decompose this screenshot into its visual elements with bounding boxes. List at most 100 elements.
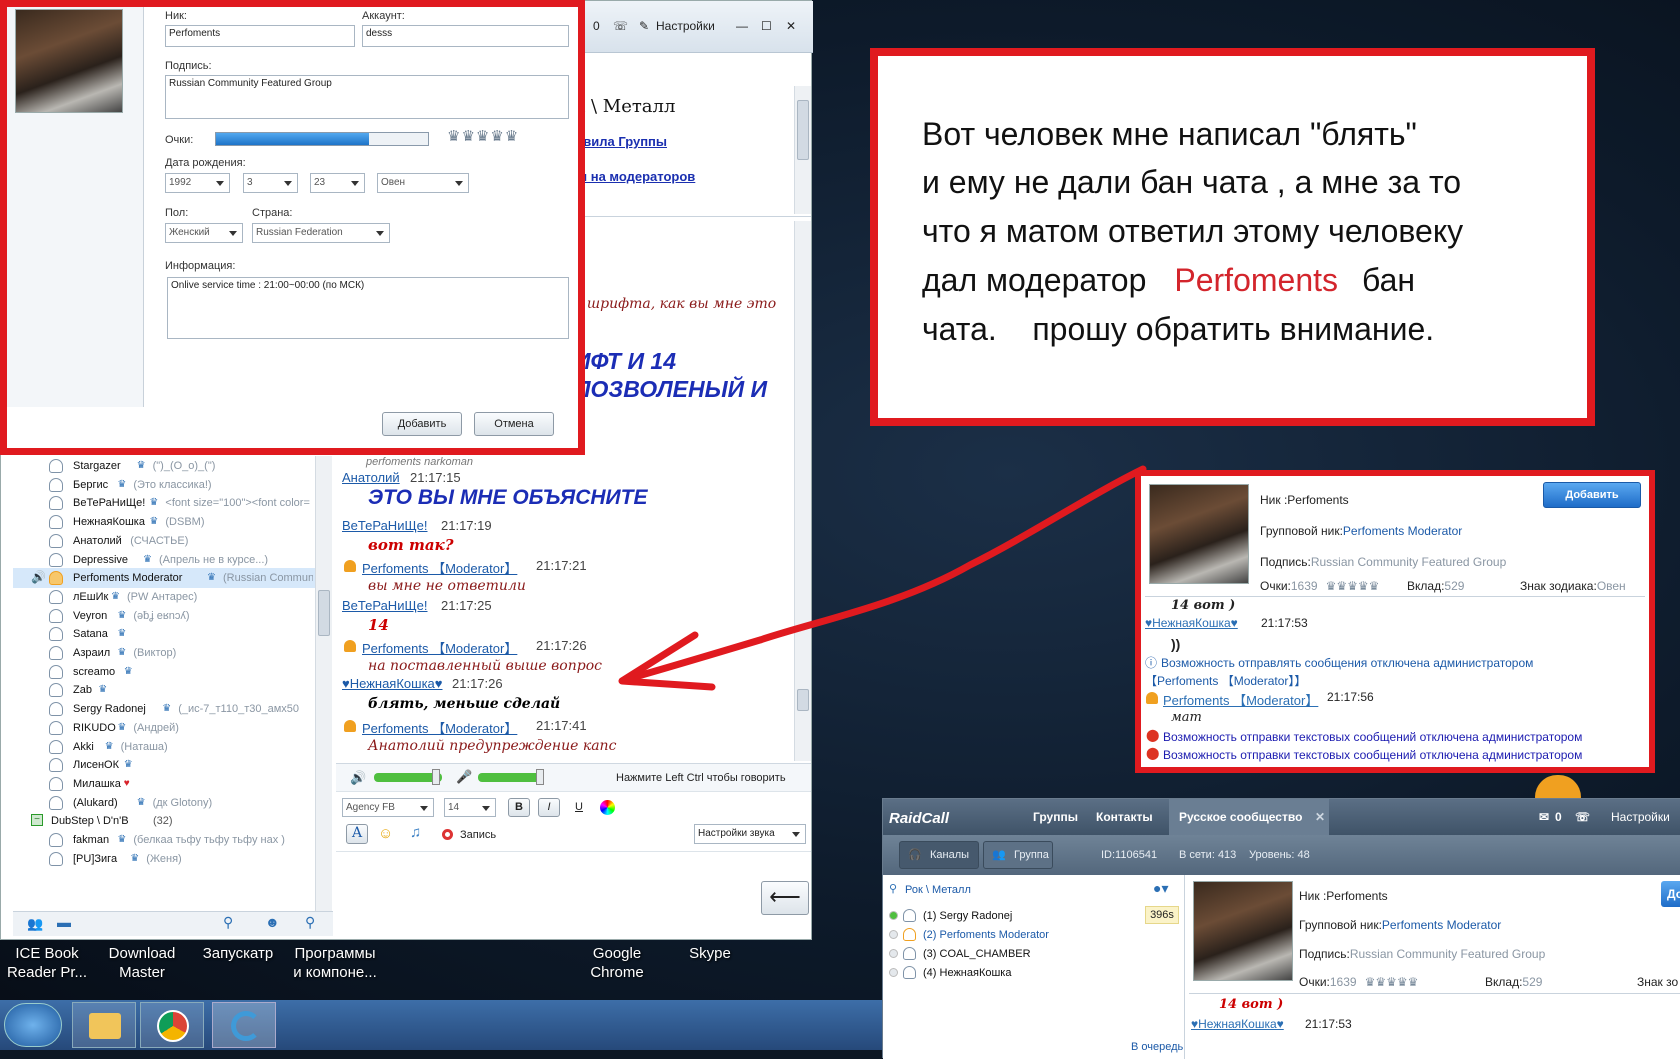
microphone-icon[interactable]: 🎤 <box>456 769 472 785</box>
zodiac-select[interactable]: Овен <box>377 173 469 193</box>
message-user[interactable]: ♥НежнаяКошка♥ <box>1145 616 1238 630</box>
minimize-button[interactable]: — <box>736 19 748 33</box>
user-list-item[interactable]: RIKUDO ♛ (Андрей) <box>13 718 331 738</box>
popup-add-button[interactable]: Добавить <box>1543 482 1641 508</box>
user-list-item[interactable]: Satana ♛ <box>13 624 331 644</box>
user-list-item[interactable]: Zab ♛ <box>13 680 331 700</box>
user-list-item[interactable]: НежнаяКошка ♛ (DSBM) <box>13 512 331 532</box>
avatar[interactable] <box>1193 881 1293 981</box>
sound-settings-select[interactable]: Настройки звука <box>694 824 806 844</box>
avatar[interactable] <box>1149 484 1249 584</box>
desktop-icon-icebook[interactable]: ICE Book Reader Pr... <box>5 944 89 982</box>
maximize-button[interactable]: ☐ <box>761 19 772 33</box>
desktop-icon-chrome[interactable]: Google Chrome <box>575 944 659 982</box>
italic-button[interactable]: I <box>538 798 560 817</box>
user-list-scrollbar[interactable] <box>315 456 332 911</box>
raidcall-taskbar-icon[interactable] <box>212 1002 276 1048</box>
account-input[interactable]: desss <box>362 25 569 47</box>
channel-member[interactable]: (3) COAL_CHAMBER <box>889 945 1139 963</box>
user-list-item[interactable]: screamo ♛ <box>13 662 331 682</box>
tab-contacts[interactable]: Контакты <box>1096 810 1153 824</box>
emoji-icon[interactable]: ☺ <box>378 825 393 842</box>
tab-groups[interactable]: Группы <box>1033 810 1078 824</box>
user-list-item[interactable]: Азраил ♛ (Виктор) <box>13 643 331 663</box>
location-icon[interactable]: ⚲ <box>223 914 233 931</box>
add-user-icon[interactable]: 👥 <box>27 916 43 932</box>
message-user[interactable]: Perfoments 【Moderator】 <box>1163 690 1318 709</box>
close-tab-icon[interactable]: ✕ <box>1315 810 1325 824</box>
user-list-item[interactable]: Милашка ♥ <box>13 774 331 794</box>
cancel-button[interactable]: Отмена <box>474 412 554 436</box>
message-user[interactable]: ВеТеРаНиЩе! <box>342 598 428 613</box>
message-user[interactable]: Perfoments 【Moderator】 <box>362 558 517 577</box>
gender-select[interactable]: Женский <box>165 223 243 243</box>
message-user[interactable]: ВеТеРаНиЩе! <box>342 518 428 533</box>
user-list-item[interactable]: Stargazer ♛ (")_(O_o)_(") <box>13 456 331 476</box>
search-icon[interactable]: ⚲ <box>305 914 315 931</box>
collapse-icon[interactable]: − <box>31 814 43 827</box>
user-list-item[interactable]: ВеТеРаНиЩе! ♛ <font size="100"><font color… <box>13 493 331 513</box>
speaker-icon[interactable]: 🔊 <box>350 770 366 786</box>
message-user[interactable]: Perfoments 【Moderator】 <box>362 638 517 657</box>
mail-icon[interactable]: ✉ <box>1539 810 1549 824</box>
user-list-item[interactable]: ЛисенОК ♛ <box>13 755 331 775</box>
birth-year-select[interactable]: 1992 <box>165 173 230 193</box>
font-size-select[interactable]: 14 <box>444 798 496 817</box>
signature-input[interactable]: Russian Community Featured Group <box>165 75 569 119</box>
voice-hint[interactable]: Нажмите Left Ctrl чтобы говорить <box>616 772 786 784</box>
channel-member[interactable]: (1) Sergy Radonej <box>889 907 1139 925</box>
send-button[interactable]: ⟵ <box>761 881 809 915</box>
add-button[interactable]: Добавить <box>382 412 462 436</box>
user-group-row[interactable]: − DubStep \ D'n'B (32) <box>13 811 331 831</box>
desktop-icon-download-master[interactable]: Download Master <box>100 944 184 982</box>
start-button[interactable] <box>4 1003 62 1047</box>
chat-icon[interactable]: ☏ <box>1575 810 1590 824</box>
user-list-item[interactable]: [PU]Зига ♛ (Женя) <box>13 849 331 869</box>
moderators-link[interactable]: ы на модераторов <box>576 169 695 184</box>
user-list-item[interactable]: Анатолий (СЧАСТЬЕ) <box>13 531 331 551</box>
settings-button[interactable]: Настройки <box>1611 810 1670 824</box>
message-user[interactable]: Perfoments 【Moderator】 <box>362 718 517 737</box>
slider-handle[interactable] <box>432 769 440 785</box>
queue-button[interactable]: В очередь <box>1131 1041 1183 1053</box>
user-list-item[interactable]: Akki ♛ (Наташа) <box>13 737 331 757</box>
message-user[interactable]: ♥НежнаяКошка♥ <box>342 676 443 691</box>
desktop-icon-skype[interactable]: Skype <box>668 944 752 963</box>
tab-russian-community[interactable]: Русское сообщество ✕ <box>1169 799 1329 835</box>
user-list-item[interactable]: Sergy Radonej ♛ (_ис-7_т110_т30_амх50 <box>13 699 331 719</box>
scroll-thumb[interactable] <box>797 100 809 160</box>
underline-button[interactable]: U <box>568 798 590 817</box>
font-style-button[interactable]: A <box>346 824 368 844</box>
chat-icon[interactable]: ☏ <box>613 19 628 33</box>
slider-handle[interactable] <box>536 769 544 785</box>
info-textarea[interactable]: Onlive service time : 21:00~00:00 (по МС… <box>167 277 569 339</box>
user-list-item[interactable]: Veyron ♛ (əƀʝ eʁnɔʎ) <box>13 606 331 626</box>
scroll-thumb[interactable] <box>318 590 330 636</box>
music-icon[interactable]: ♫ <box>410 824 421 841</box>
channel-name[interactable]: Рок \ Металл <box>905 884 971 896</box>
birth-day-select[interactable]: 23 <box>310 173 365 193</box>
font-family-select[interactable]: Agency FB <box>342 798 434 817</box>
birth-month-select[interactable]: 3 <box>243 173 298 193</box>
close-button[interactable]: ✕ <box>786 19 796 33</box>
user-list-item[interactable]: fakman ♛ (белкаа тьфу тьфу тьфу нах ) <box>13 830 331 850</box>
desktop-icon-programs[interactable]: Программы и компоне... <box>285 944 385 982</box>
message-input[interactable] <box>336 851 811 936</box>
user-list-item[interactable]: Бергис ♛ (Это классика!) <box>13 475 331 495</box>
channel-member[interactable]: (2) Perfoments Moderator <box>889 926 1139 944</box>
user-list-item[interactable]: 🔊 Perfoments Moderator ♛ (Russian Community… <box>13 568 331 589</box>
settings-button[interactable]: Настройки <box>656 19 715 33</box>
bold-button[interactable]: B <box>508 798 530 817</box>
channels-button[interactable]: 🎧 Каналы <box>899 841 979 869</box>
desktop-icon-launcher[interactable]: Запускатр <box>196 944 280 963</box>
avatar[interactable] <box>15 9 123 113</box>
chat-bubble-icon[interactable]: ●▾ <box>1153 880 1168 897</box>
group-button[interactable]: 👥 Группа <box>983 841 1053 869</box>
explorer-taskbar-icon[interactable] <box>72 1002 136 1048</box>
message-user[interactable]: ♥НежнаяКошка♥ <box>1191 1017 1284 1031</box>
chrome-taskbar-icon[interactable] <box>140 1002 204 1048</box>
announce-scrollbar[interactable] <box>794 86 811 214</box>
collapse-icon[interactable]: ▬ <box>57 914 71 930</box>
channel-member[interactable]: (4) НежнаяКошка <box>889 964 1139 982</box>
mic-volume-slider[interactable] <box>478 773 540 782</box>
